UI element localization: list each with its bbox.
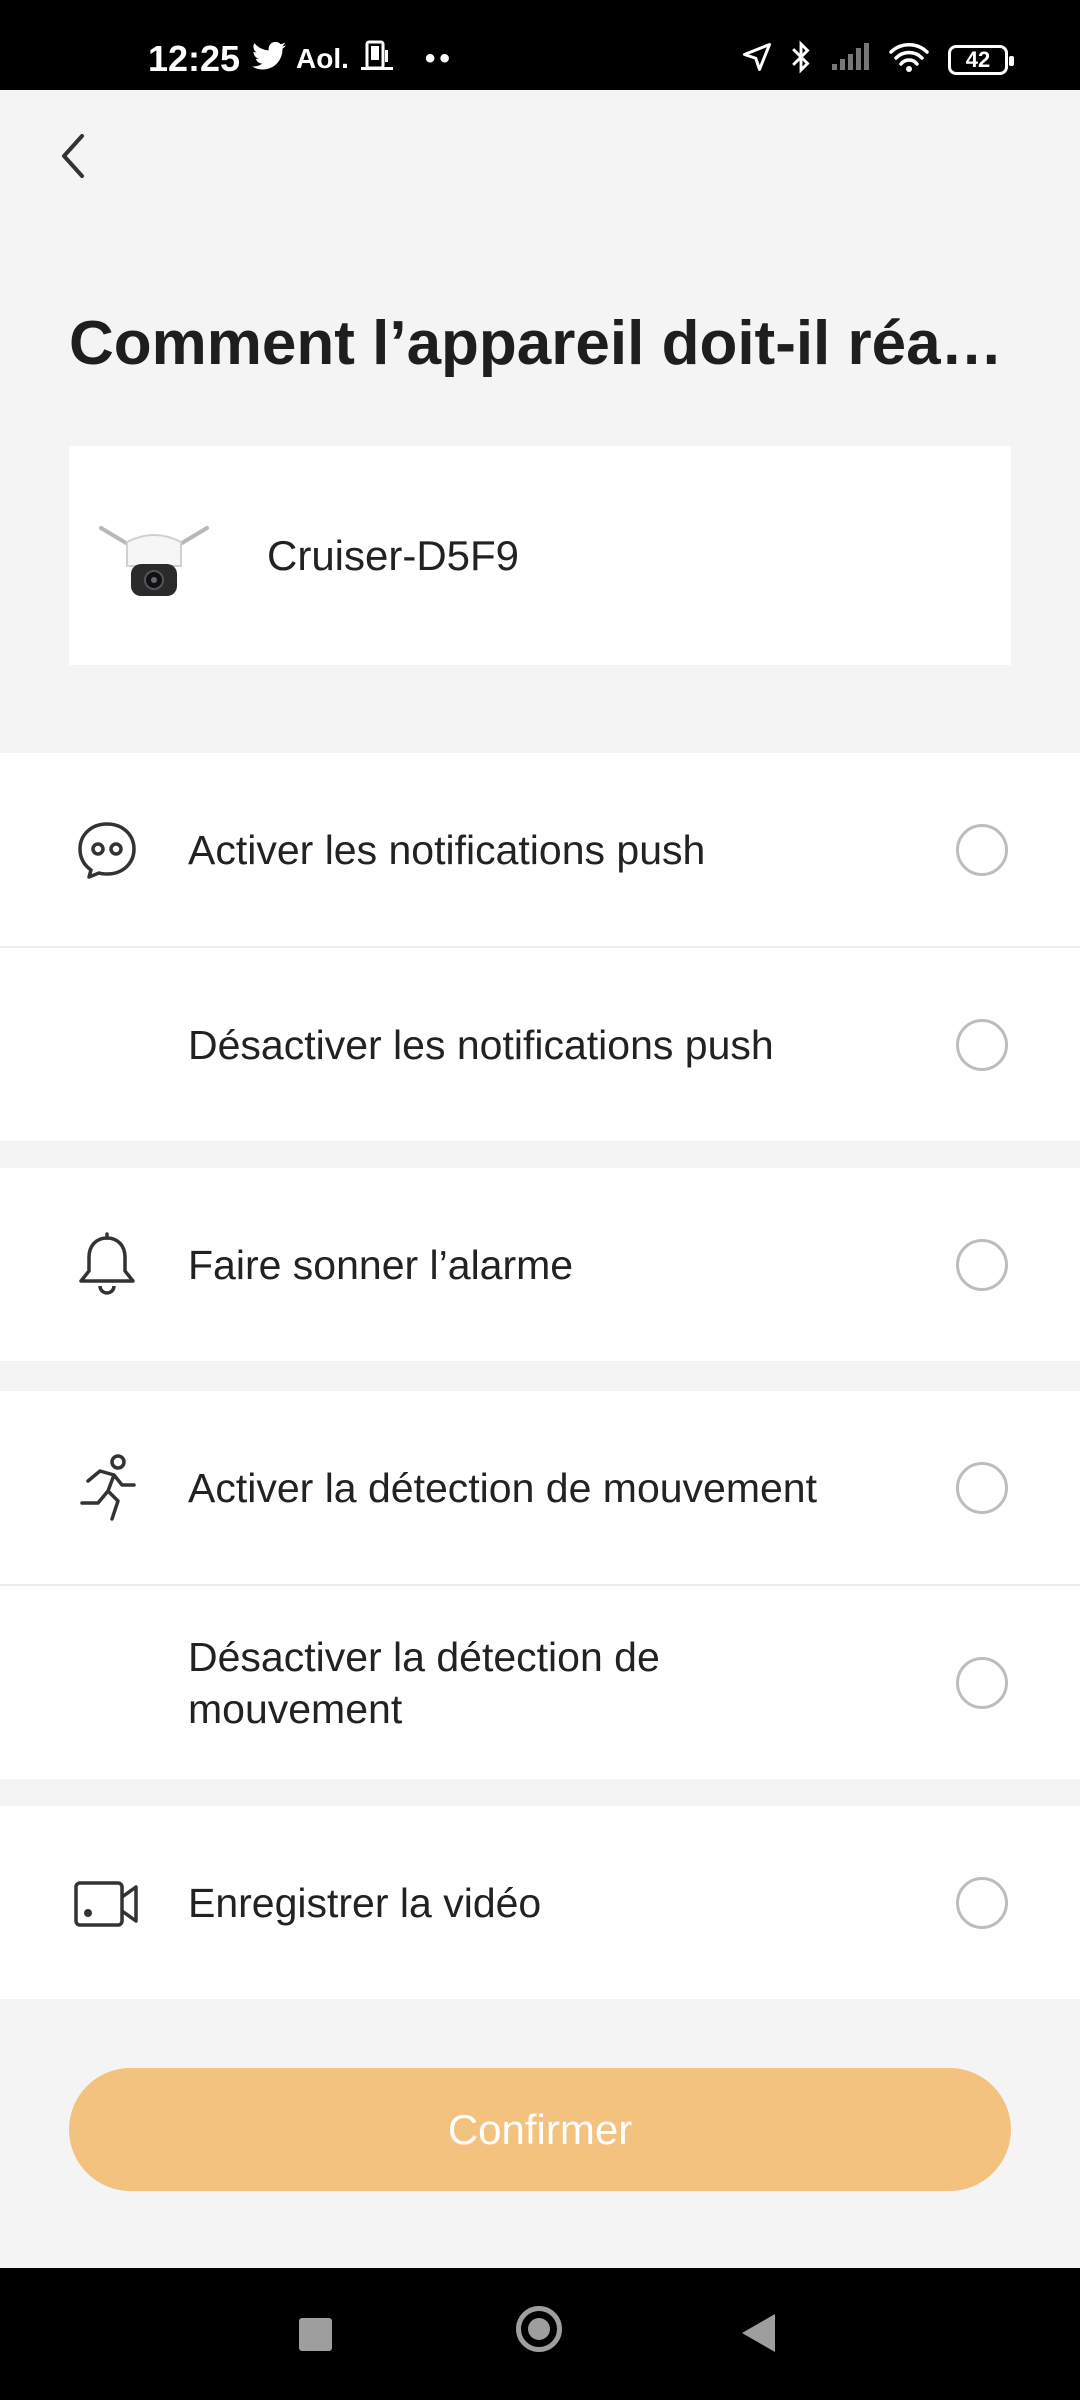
option-label: Faire sonner l’alarme xyxy=(188,1241,574,1288)
recents-square-icon[interactable] xyxy=(299,2318,332,2351)
location-icon xyxy=(742,42,772,77)
battery-icon: 42 xyxy=(948,44,1014,75)
radio-button[interactable] xyxy=(956,1656,1008,1709)
status-time: 12:25 xyxy=(148,38,241,79)
phone-card-icon xyxy=(359,40,395,77)
option-group-record: Enregistrer la vidéo xyxy=(0,1806,1080,1999)
device-card: Cruiser-D5F9 xyxy=(69,446,1011,665)
confirm-button[interactable]: Confirmer xyxy=(69,2068,1011,2191)
device-name: Cruiser-D5F9 xyxy=(267,531,520,579)
signal-icon xyxy=(830,42,870,77)
video-camera-icon xyxy=(72,1868,142,1938)
twitter-icon xyxy=(252,41,286,76)
option-sound-alarm[interactable]: Faire sonner l’alarme xyxy=(0,1168,1080,1361)
status-left-icons: Aol. •• xyxy=(252,40,454,77)
option-disable-push[interactable]: Désactiver les notifications push xyxy=(0,946,1080,1141)
more-dots: •• xyxy=(424,41,454,75)
option-group-alarm: Faire sonner l’alarme xyxy=(0,1168,1080,1361)
bluetooth-icon xyxy=(790,40,812,79)
back-button[interactable] xyxy=(58,128,108,184)
status-bar: 12:25 Aol. •• 42 xyxy=(0,0,1080,90)
home-circle-icon[interactable] xyxy=(516,2306,562,2352)
security-camera-image xyxy=(97,506,211,606)
option-label: Enregistrer la vidéo xyxy=(188,1879,542,1926)
chevron-left-icon xyxy=(62,134,84,178)
back-triangle-icon[interactable] xyxy=(742,2314,775,2352)
radio-button[interactable] xyxy=(956,1238,1008,1291)
radio-button[interactable] xyxy=(956,1876,1008,1929)
option-enable-push[interactable]: Activer les notifications push xyxy=(0,753,1080,946)
option-label: Désactiver les notifications push xyxy=(188,1021,774,1068)
option-group-notifications: Activer les notifications push Désactive… xyxy=(0,753,1080,1141)
option-label: Activer la détection de mouvement xyxy=(188,1464,817,1511)
option-record-video[interactable]: Enregistrer la vidéo xyxy=(0,1806,1080,1999)
wifi-icon xyxy=(888,41,930,78)
aol-label: Aol. xyxy=(296,42,349,74)
system-nav-bar xyxy=(0,2268,1080,2400)
option-group-motion: Activer la détection de mouvement Désact… xyxy=(0,1391,1080,1779)
battery-level: 42 xyxy=(965,46,991,72)
radio-button[interactable] xyxy=(956,1018,1008,1071)
option-label: Désactiver la détection de mouvement xyxy=(188,1633,660,1732)
option-label: Activer les notifications push xyxy=(188,826,706,873)
running-person-icon xyxy=(72,1453,142,1523)
option-disable-motion[interactable]: Désactiver la détection de mouvement xyxy=(0,1584,1080,1779)
chat-bubble-icon xyxy=(72,815,142,885)
radio-button[interactable] xyxy=(956,823,1008,876)
option-enable-motion[interactable]: Activer la détection de mouvement xyxy=(0,1391,1080,1584)
status-right-icons: 42 xyxy=(742,40,1014,79)
page-title: Comment l’appareil doit-il réagi… xyxy=(69,309,1014,378)
bell-icon xyxy=(72,1230,142,1300)
radio-button[interactable] xyxy=(956,1461,1008,1514)
